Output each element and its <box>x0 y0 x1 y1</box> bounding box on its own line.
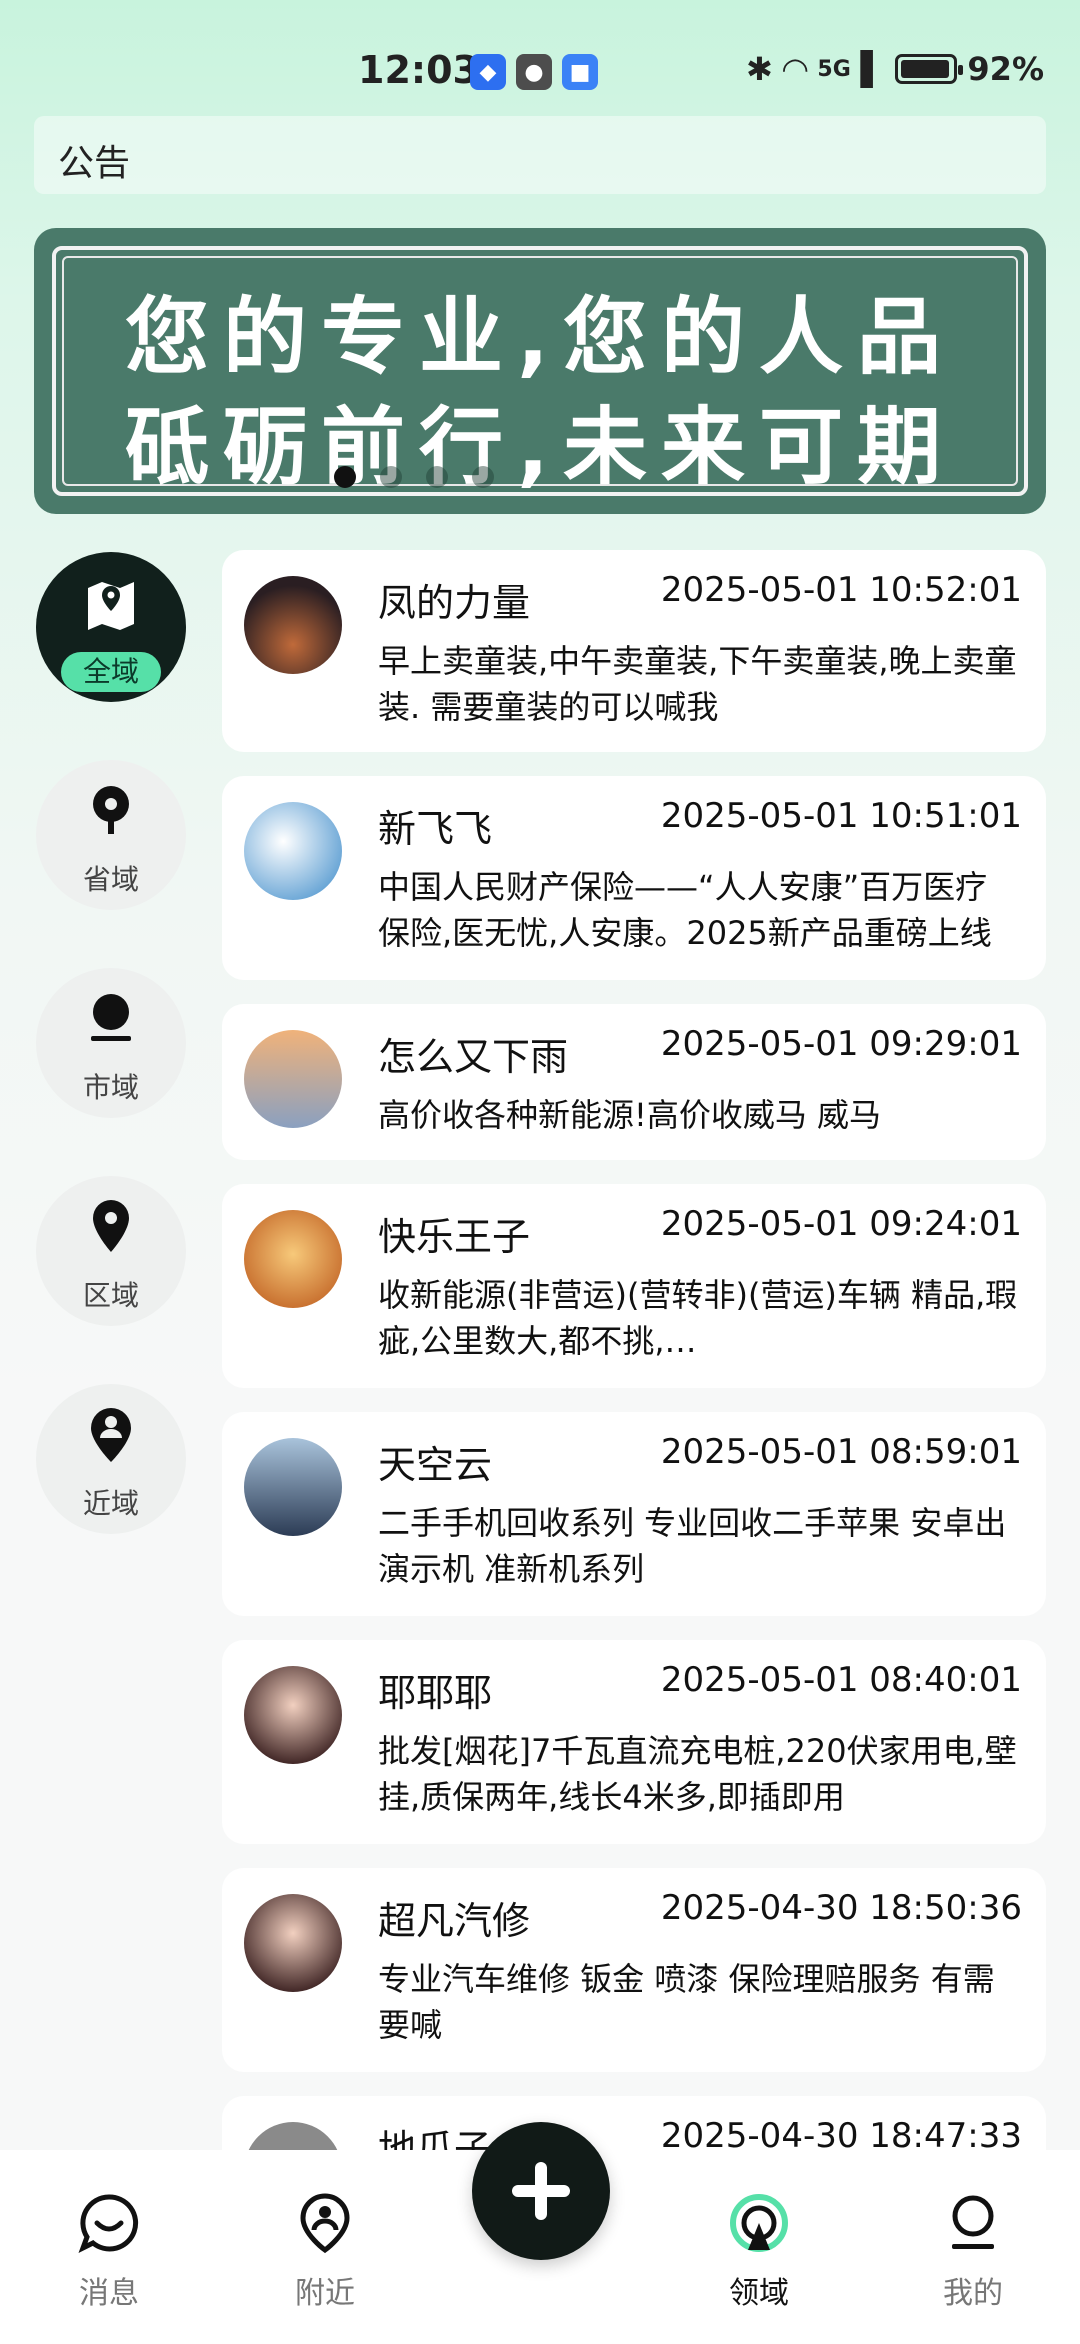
post-text: 收新能源(非营运)(营转非)(营运)车辆 精品,瑕疵,公里数大,都不挑,… <box>378 1276 1018 1360</box>
post-author: 快乐王子 <box>378 1215 531 1259</box>
post-author: 天空云 <box>378 1443 493 1487</box>
wifi-icon: ◠ <box>782 50 808 88</box>
nav-label: 领域 <box>729 2276 789 2311</box>
plus-icon <box>512 2162 570 2220</box>
category-label: 全域 <box>61 652 161 692</box>
nav-label: 消息 <box>79 2276 139 2311</box>
post-author: 超凡汽修 <box>378 1899 531 1943</box>
add-post-button[interactable] <box>472 2122 610 2260</box>
post-text: 二手手机回收系列 专业回收二手苹果 安卓出演示机 准新机系列 <box>378 1504 1007 1588</box>
pin-icon <box>93 1200 129 1252</box>
nav-label: 附近 <box>295 2276 355 2311</box>
post-card[interactable]: 天空云 2025-05-01 08:59:01 二手手机回收系列 专业回收二手苹… <box>222 1412 1046 1616</box>
avatar[interactable] <box>244 1438 342 1536</box>
post-card[interactable]: 超凡汽修 2025-04-30 18:50:36 专业汽车维修 钣金 喷漆 保险… <box>222 1868 1046 2072</box>
avatar[interactable] <box>244 1210 342 1308</box>
post-card[interactable]: 怎么又下雨 2025-05-01 09:29:01 高价收各种新能源!高价收威马… <box>222 1004 1046 1160</box>
signal-icon: ▌ <box>860 50 886 88</box>
post-author: 耶耶耶 <box>378 1671 493 1715</box>
person-pin-icon <box>91 1408 131 1462</box>
pin-icon <box>91 994 131 1041</box>
profile-icon <box>952 2195 994 2249</box>
post-card[interactable]: 新飞飞 2025-05-01 10:51:01 中国人民财产保险——“人人安康”… <box>222 776 1046 980</box>
status-app-icons: ◆ ● ■ <box>470 54 598 90</box>
nav-label: 我的 <box>943 2276 1003 2311</box>
message-icon <box>78 2194 139 2254</box>
category-label: 市域 <box>82 1071 139 1104</box>
banner-line-1: 您的专业,您的人品 <box>125 288 955 386</box>
nav-nearby[interactable]: 附近 <box>250 2192 400 2312</box>
category-province[interactable]: 省域 <box>36 760 186 910</box>
post-time: 2025-05-01 10:51:01 <box>660 796 1022 836</box>
avatar[interactable] <box>244 1894 342 1992</box>
post-time: 2025-05-01 09:29:01 <box>660 1024 1022 1064</box>
signal-icon <box>730 2194 788 2252</box>
post-author: 地瓜子 <box>378 2127 493 2150</box>
post-card[interactable]: 快乐王子 2025-05-01 09:24:01 收新能源(非营运)(营转非)(… <box>222 1184 1046 1388</box>
category-all-region[interactable]: 全域 <box>36 552 186 702</box>
banner-pagination <box>0 466 920 488</box>
category-label: 区域 <box>82 1279 139 1312</box>
wechat-icon: ● <box>516 54 552 90</box>
banner-dot[interactable] <box>472 466 494 488</box>
post-text: 高价收各种新能源!高价收威马 威马 <box>378 1096 882 1134</box>
post-time: 2025-05-01 08:59:01 <box>660 1432 1022 1472</box>
banner-dot[interactable] <box>380 466 402 488</box>
notice-label: 公告 <box>58 143 131 184</box>
nav-mine[interactable]: 我的 <box>898 2192 1048 2312</box>
battery-percent: 92% <box>967 50 1044 88</box>
post-text: 中国人民财产保险——“人人安康”百万医疗保险,医无忧,人安康。2025新产品重磅… <box>378 868 992 952</box>
post-text: 早上卖童装,中午卖童装,下午卖童装,晚上卖童装. 需要童装的可以喊我 <box>378 642 1017 726</box>
map-icon <box>88 582 134 630</box>
post-card[interactable]: 耶耶耶 2025-05-01 08:40:01 批发[烟花]7千瓦直流充电桩,2… <box>222 1640 1046 1844</box>
notice-bar[interactable]: 公告 <box>34 116 1046 194</box>
location-icon <box>300 2193 350 2254</box>
status-bar: 12:03 ◆ ● ■ ✱ ◠ 5G ▌ 92% <box>0 0 1080 110</box>
category-nearby[interactable]: 近域 <box>36 1384 186 1534</box>
network-type: 5G <box>817 56 851 82</box>
post-time: 2025-05-01 09:24:01 <box>660 1204 1022 1244</box>
avatar[interactable] <box>244 1030 342 1128</box>
shield-icon: ◆ <box>470 54 506 90</box>
banner-dot[interactable] <box>426 466 448 488</box>
post-time: 2025-04-30 18:47:33 <box>660 2116 1022 2150</box>
avatar[interactable] <box>244 1666 342 1764</box>
avatar[interactable] <box>244 576 342 674</box>
nav-messages[interactable]: 消息 <box>34 2192 184 2312</box>
post-time: 2025-05-01 08:40:01 <box>660 1660 1022 1700</box>
category-district[interactable]: 区域 <box>36 1176 186 1326</box>
category-label: 近域 <box>82 1487 139 1520</box>
store-icon: ■ <box>562 54 598 90</box>
category-city[interactable]: 市域 <box>36 968 186 1118</box>
post-feed[interactable]: 凤的力量 2025-05-01 10:52:01 早上卖童装,中午卖童装,下午卖… <box>222 550 1046 2150</box>
status-right: ✱ ◠ 5G ▌ 92% <box>746 50 1044 88</box>
avatar[interactable] <box>244 802 342 900</box>
post-author: 新飞飞 <box>378 807 493 851</box>
post-text: 专业汽车维修 钣金 喷漆 保险理赔服务 有需要喊 <box>378 1960 995 2044</box>
nav-domain[interactable]: 领域 <box>684 2192 834 2312</box>
post-card[interactable]: 凤的力量 2025-05-01 10:52:01 早上卖童装,中午卖童装,下午卖… <box>222 550 1046 752</box>
battery-icon <box>895 54 964 84</box>
post-author: 怎么又下雨 <box>378 1035 569 1079</box>
promo-banner[interactable]: 您的专业,您的人品 砥砺前行,未来可期 <box>34 228 1046 514</box>
post-time: 2025-04-30 18:50:36 <box>660 1888 1022 1928</box>
category-label: 省域 <box>82 863 139 896</box>
pin-icon <box>93 786 129 834</box>
status-time: 12:03 <box>358 48 479 92</box>
post-author: 凤的力量 <box>378 581 531 625</box>
banner-dot[interactable] <box>334 466 356 488</box>
post-text: 批发[烟花]7千瓦直流充电桩,220伏家用电,壁挂,质保两年,线长4米多,即插即… <box>378 1732 1017 1816</box>
post-card[interactable]: 地瓜子 2025-04-30 18:47:33 <box>222 2096 1046 2150</box>
post-time: 2025-05-01 10:52:01 <box>660 570 1022 610</box>
avatar[interactable] <box>244 2122 342 2150</box>
bluetooth-icon: ✱ <box>746 50 773 88</box>
